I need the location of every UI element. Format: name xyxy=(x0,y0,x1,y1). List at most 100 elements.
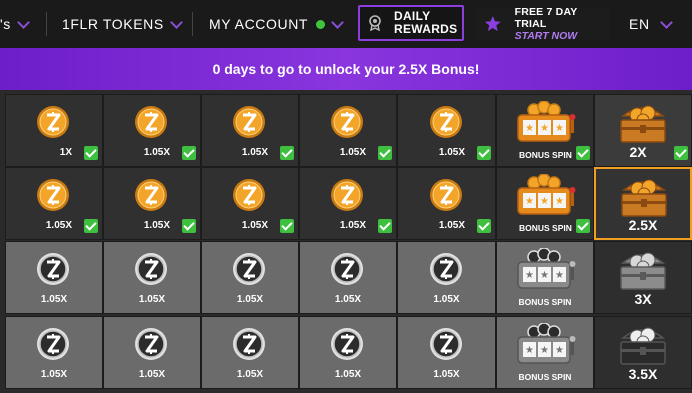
bonus-chest-cell[interactable]: 2X xyxy=(594,94,692,167)
reward-day-cell[interactable]: 1.05X xyxy=(201,94,299,167)
bonus-chest-cell[interactable]: 2.5X xyxy=(594,167,692,240)
token-coin-icon xyxy=(330,178,364,212)
multiplier-label: 1X xyxy=(59,147,72,158)
svg-text:★: ★ xyxy=(540,345,549,356)
bonus-chest-cell[interactable]: 3.5X xyxy=(594,316,692,389)
treasure-chest-icon xyxy=(615,320,671,368)
token-coin-icon xyxy=(232,178,266,212)
nav-item-tokens[interactable]: 1FLR TOKENS xyxy=(62,0,183,48)
token-coin-icon xyxy=(134,252,168,286)
reward-day-cell[interactable]: 1.05X xyxy=(5,167,103,240)
reward-day-cell[interactable]: 1.05X xyxy=(201,167,299,240)
chest-multiplier-label: 2.5X xyxy=(628,217,658,233)
nav-item-partial[interactable]: 's xyxy=(0,0,30,48)
multiplier-label: 1.05X xyxy=(236,294,264,305)
bonus-spin-cell[interactable]: ★ ★ ★ BONUS SPIN xyxy=(496,167,594,240)
multiplier-label: 1.05X xyxy=(143,220,170,231)
reward-day-cell[interactable]: 1.05X xyxy=(201,316,299,389)
multiplier-label: 1.05X xyxy=(45,220,72,231)
multiplier-label: 1.05X xyxy=(236,369,264,380)
svg-text:★: ★ xyxy=(540,270,549,281)
treasure-chest-icon xyxy=(616,172,672,220)
claimed-check-icon xyxy=(477,219,491,233)
chest-multiplier-label: 3X xyxy=(634,291,652,307)
svg-text:★: ★ xyxy=(540,123,549,134)
language-selector[interactable]: EN xyxy=(629,0,673,48)
top-nav: 's 1FLR TOKENS MY ACCOUNT DAILY REWARDS … xyxy=(0,0,692,48)
token-coin-icon xyxy=(330,105,364,139)
multiplier-label: 1.05X xyxy=(138,294,166,305)
slot-machine-icon: ★ ★ ★ xyxy=(510,100,578,143)
token-coin-icon xyxy=(36,105,70,139)
multiplier-label: 1.05X xyxy=(334,294,362,305)
bonus-spin-cell[interactable]: ★ ★ ★ BONUS SPIN xyxy=(496,94,594,167)
chevron-down-icon xyxy=(659,15,673,29)
reward-day-cell[interactable]: 1.05X xyxy=(299,167,397,240)
reward-day-cell[interactable]: 1.05X xyxy=(103,241,201,314)
svg-text:★: ★ xyxy=(525,196,534,207)
bonus-chest-cell[interactable]: 3X xyxy=(594,241,692,314)
multiplier-label: 1.05X xyxy=(433,369,460,380)
bonus-banner-text: 0 days to go to unlock your 2.5X Bonus! xyxy=(212,61,480,77)
token-coin-icon xyxy=(429,252,463,286)
token-coin-icon xyxy=(232,105,266,139)
svg-text:★: ★ xyxy=(525,270,534,281)
reward-day-cell[interactable]: 1.05X xyxy=(103,94,201,167)
svg-text:★: ★ xyxy=(525,345,534,356)
multiplier-label: 1.05X xyxy=(138,369,166,380)
reward-day-cell[interactable]: 1.05X xyxy=(103,167,201,240)
reward-day-cell[interactable]: 1.05X xyxy=(299,316,397,389)
svg-text:★: ★ xyxy=(525,123,534,134)
chest-multiplier-label: 2X xyxy=(629,144,647,160)
reward-day-cell[interactable]: 1.05X xyxy=(201,241,299,314)
bonus-spin-label: BONUS SPIN xyxy=(518,297,572,307)
award-icon xyxy=(369,15,381,31)
nav-divider xyxy=(46,12,47,36)
reward-day-cell[interactable]: 1.05X xyxy=(5,241,103,314)
bonus-spin-label: BONUS SPIN xyxy=(519,150,572,160)
reward-day-cell[interactable]: 1.05X xyxy=(397,241,496,314)
chevron-down-icon xyxy=(169,15,183,29)
treasure-chest-icon xyxy=(615,98,671,146)
svg-text:★: ★ xyxy=(555,196,564,207)
bonus-spin-cell[interactable]: ★ ★ ★ BONUS SPIN xyxy=(496,316,594,389)
star-icon xyxy=(484,16,501,32)
token-coin-icon xyxy=(134,178,168,212)
chest-multiplier-label: 3.5X xyxy=(628,366,658,382)
daily-rewards-line2: REWARDS xyxy=(394,22,458,36)
chevron-down-icon xyxy=(17,15,30,29)
svg-text:★: ★ xyxy=(555,270,564,281)
multiplier-label: 1.05X xyxy=(334,369,362,380)
reward-day-cell[interactable]: 1.05X xyxy=(397,167,496,240)
reward-day-cell[interactable]: 1.05X xyxy=(299,241,397,314)
reward-day-cell[interactable]: 1.05X xyxy=(103,316,201,389)
bonus-spin-label: BONUS SPIN xyxy=(518,372,572,382)
token-coin-icon xyxy=(429,105,463,139)
bonus-spin-label: BONUS SPIN xyxy=(519,223,572,233)
claimed-check-icon xyxy=(84,146,98,160)
online-status-dot xyxy=(316,19,326,29)
claimed-check-icon xyxy=(674,146,688,160)
token-coin-icon xyxy=(232,327,266,361)
free-trial-button[interactable]: FREE 7 DAY TRIAL START NOW xyxy=(476,6,610,42)
reward-day-cell[interactable]: 1.05X xyxy=(5,316,103,389)
token-coin-icon xyxy=(330,327,364,361)
reward-day-cell[interactable]: 1.05X xyxy=(397,94,496,167)
slot-machine-icon: ★ ★ ★ xyxy=(510,322,578,365)
token-coin-icon xyxy=(429,178,463,212)
account-label: MY ACCOUNT xyxy=(209,16,309,32)
bonus-spin-cell[interactable]: ★ ★ ★ BONUS SPIN xyxy=(496,241,594,314)
claimed-check-icon xyxy=(280,219,294,233)
multiplier-label: 1.05X xyxy=(40,369,68,380)
slot-machine-icon: ★ ★ ★ xyxy=(510,173,578,216)
daily-rewards-button[interactable]: DAILY REWARDS xyxy=(358,5,464,41)
reward-day-cell[interactable]: 1.05X xyxy=(299,94,397,167)
claimed-check-icon xyxy=(84,219,98,233)
claimed-check-icon xyxy=(576,219,590,233)
claimed-check-icon xyxy=(477,146,491,160)
claimed-check-icon xyxy=(182,146,196,160)
token-coin-icon xyxy=(36,178,70,212)
reward-day-cell[interactable]: 1X xyxy=(5,94,103,167)
nav-item-account[interactable]: MY ACCOUNT xyxy=(209,0,344,48)
reward-day-cell[interactable]: 1.05X xyxy=(397,316,496,389)
